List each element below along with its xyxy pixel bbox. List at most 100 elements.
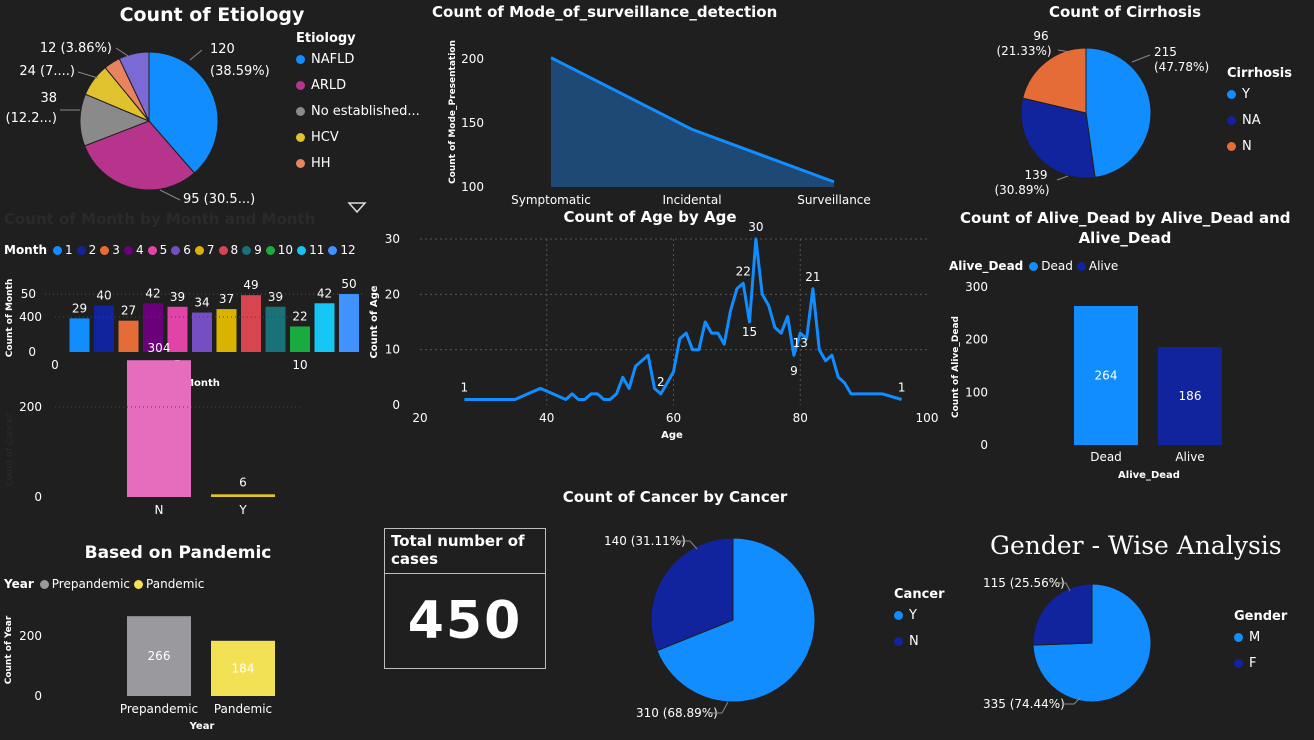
- gender-pie-label: 335 (74.44%): [983, 697, 1065, 711]
- leader-line: [189, 49, 203, 61]
- cancer-ytick: 200: [19, 400, 42, 414]
- gender-slice-1: [1032, 583, 1093, 646]
- month-bar: [69, 318, 90, 352]
- month-bar-label: 39: [268, 290, 283, 304]
- cancer-bar: [211, 494, 275, 497]
- alive-ylabel: Count of Alive_Dead: [951, 316, 961, 418]
- month-bar: [241, 295, 261, 352]
- month-ylabel: Count of Month: [5, 279, 15, 358]
- month-bar: [94, 305, 114, 352]
- age-ytick: 10: [385, 343, 400, 357]
- cirrhosis-label: (30.89%): [994, 183, 1049, 197]
- age-xtick: 60: [666, 411, 681, 425]
- gender-pie-label: 115 (25.56%): [983, 576, 1065, 590]
- alive-bar-label: 186: [1179, 389, 1202, 403]
- age-point-label: 1: [461, 380, 469, 394]
- etiology-label: 95 (30.5...): [183, 192, 255, 207]
- cancer-ylabel: Count of Cancer: [5, 413, 15, 486]
- alive-ytick: 0: [980, 438, 988, 452]
- age-xtick: 40: [539, 411, 554, 425]
- month-xtick: 10: [292, 358, 307, 372]
- month-bar-label: 22: [292, 309, 307, 323]
- pandemic-xtick: Prepandemic: [120, 702, 198, 716]
- month-bar: [167, 306, 188, 352]
- cancer-bar-xtick: N: [155, 503, 164, 517]
- etiology-label: 12 (3.86%): [40, 41, 112, 56]
- month-bar: [290, 326, 310, 352]
- cirrhosis-label: 139: [1025, 168, 1048, 182]
- mode-ytick: 100: [461, 180, 484, 194]
- age-ytick: 20: [385, 287, 400, 301]
- dashboard-charts: 120(38.59%)95 (30.5...)38(12.2...)24 (7.…: [4, 29, 1222, 732]
- month-bar-label: 42: [317, 286, 332, 300]
- month-bar-label: 39: [170, 290, 185, 304]
- mode-xtick: Incidental: [662, 193, 721, 207]
- leader-line: [159, 189, 181, 201]
- mode-ytick: 200: [461, 52, 484, 66]
- month-bar: [216, 309, 237, 352]
- alive-bar-label: 264: [1095, 368, 1118, 382]
- month-bar-label: 29: [72, 301, 87, 315]
- etiology-label: 38: [40, 91, 57, 106]
- age-ytick: 30: [385, 232, 400, 246]
- etiology-label: 24 (7....): [19, 64, 75, 79]
- leader-line: [1131, 54, 1151, 63]
- cirrhosis-label: 96: [1033, 29, 1048, 43]
- pandemic-ytick: 200: [19, 629, 42, 643]
- month-ytick: 50: [21, 287, 36, 301]
- cancer-bar: [127, 360, 191, 497]
- etiology-label: 120: [210, 42, 235, 57]
- month-bar-label: 27: [121, 304, 136, 318]
- month-bar-label: 49: [243, 278, 258, 292]
- month-bar-label: 50: [341, 277, 356, 291]
- month-bar: [339, 294, 359, 352]
- age-point-label: 22: [736, 264, 751, 278]
- pandemic-ytick: 0: [34, 689, 42, 703]
- pandemic-xlabel: Year: [189, 721, 215, 732]
- mode-ytick: 150: [461, 116, 484, 130]
- age-point-label: 9: [790, 364, 798, 378]
- month-bar-label: 42: [145, 286, 160, 300]
- etiology-label: (38.59%): [210, 64, 270, 79]
- age-xlabel: Age: [661, 430, 683, 441]
- age-ytick: 0: [392, 398, 400, 412]
- age-point-label: 21: [805, 270, 820, 284]
- age-ylabel: Count of Age: [369, 285, 380, 358]
- alive-ytick: 100: [965, 385, 988, 399]
- cirrhosis-label: (21.33%): [996, 44, 1051, 58]
- cirrhosis-label: 215: [1154, 45, 1177, 59]
- cancer-ytick: 400: [19, 310, 42, 324]
- month-bar: [314, 303, 335, 352]
- pandemic-ylabel: Count of Year: [4, 615, 14, 684]
- pandemic-bar-label: 266: [148, 649, 171, 663]
- age-point-label: 1: [898, 380, 906, 394]
- leader-line: [115, 47, 129, 57]
- mode-ylabel: Count of Mode_Presentation: [448, 40, 458, 184]
- alive-xtick: Dead: [1090, 450, 1122, 464]
- age-point-label: 13: [793, 336, 808, 350]
- mode-xtick: Symptomatic: [511, 193, 591, 207]
- cirrhosis-label: (47.78%): [1154, 60, 1209, 74]
- leader-line: [77, 71, 99, 79]
- cancer-ytick: 0: [34, 490, 42, 504]
- alive-ytick: 200: [965, 333, 988, 347]
- month-xtick: 0: [51, 358, 59, 372]
- cirrhosis-slice-0: [1085, 47, 1152, 178]
- cancer-bar-label: 304: [148, 341, 171, 355]
- cancer-bar-label: 6: [239, 475, 247, 489]
- age-point-label: 2: [657, 375, 665, 389]
- age-xtick: 80: [793, 411, 808, 425]
- leader-line: [1056, 175, 1069, 181]
- month-ytick: 0: [28, 345, 36, 359]
- pandemic-bar-label: 184: [232, 661, 255, 675]
- age-xtick: 100: [916, 411, 939, 425]
- month-bar-label: 34: [194, 296, 209, 310]
- age-line: [464, 237, 903, 401]
- pandemic-xtick: Pandemic: [214, 702, 272, 716]
- mode-xtick: Surveillance: [797, 193, 871, 207]
- month-bar-label: 40: [96, 289, 111, 303]
- alive-xlabel: Alive_Dead: [1118, 470, 1180, 481]
- cancer-pie-label: 140 (31.11%): [604, 534, 686, 548]
- alive-ytick: 300: [965, 280, 988, 294]
- month-bar: [118, 320, 139, 352]
